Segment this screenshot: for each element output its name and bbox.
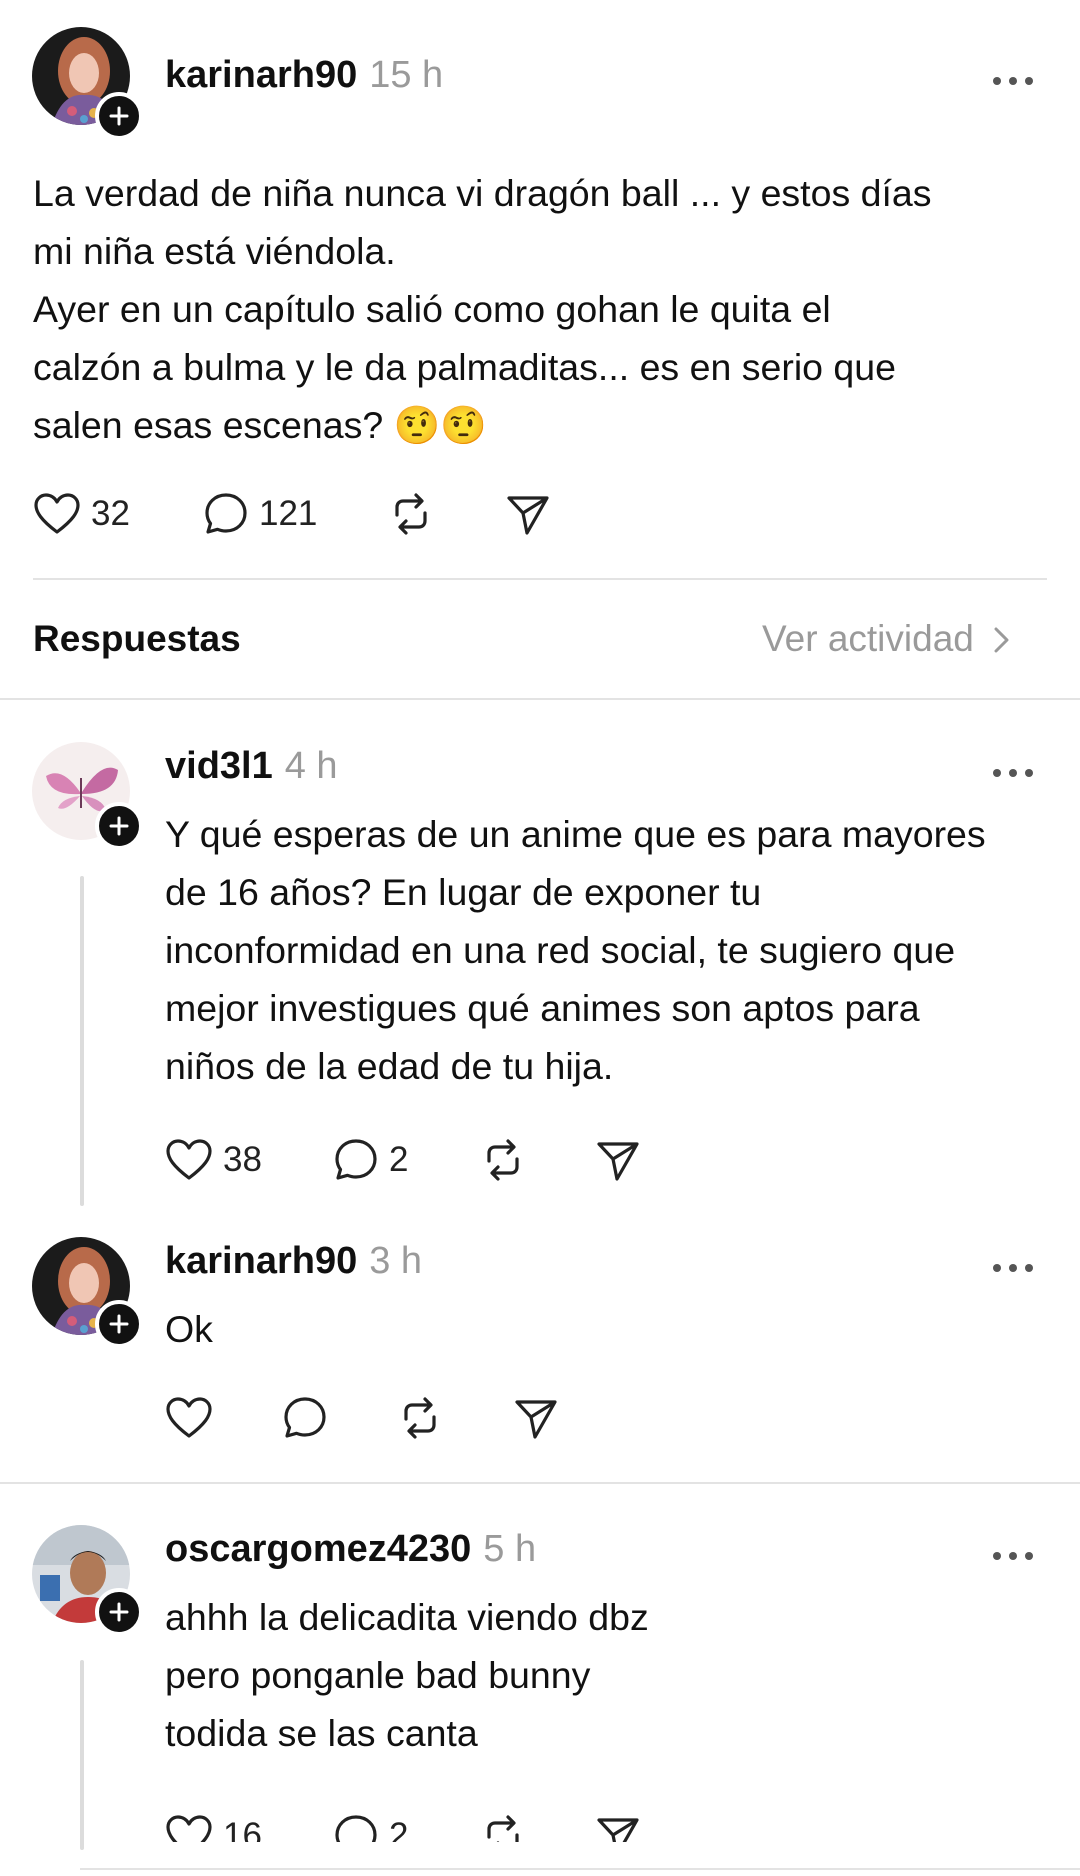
like-count: 38 (223, 1140, 262, 1179)
send-icon (515, 1400, 557, 1439)
follow-plus-icon[interactable] (95, 1300, 143, 1348)
chevron-right-icon (992, 618, 1012, 660)
reply-line: ahhh la delicadita viendo dbz (165, 1596, 649, 1638)
post-line: Ayer en un capítulo salió como gohan le … (33, 288, 831, 330)
follow-plus-icon[interactable] (95, 1588, 143, 1636)
share-button[interactable] (595, 1806, 641, 1842)
reply-line: niños de la edad de tu hija. (165, 1045, 614, 1087)
post-actions: 32 121 (33, 484, 633, 544)
reply-line: de 16 años? En lugar de exponer tu (165, 871, 762, 913)
section-divider (0, 698, 1080, 700)
reply-line: Ok (165, 1308, 213, 1350)
thread-line (80, 1660, 84, 1850)
reply-line: Y qué esperas de un anime que es para ma… (165, 813, 986, 855)
repost-icon (487, 1139, 519, 1181)
comment-button[interactable]: 2 (333, 1130, 408, 1190)
divider (33, 578, 1047, 580)
comment-count: 121 (259, 494, 318, 533)
like-button[interactable]: 32 (33, 484, 130, 544)
post-line: calzón a bulma y le da palmaditas... es … (33, 346, 896, 388)
repost-button[interactable] (480, 1806, 526, 1842)
comment-bubble-icon (205, 493, 247, 534)
post-line: mi niña está viéndola. (33, 230, 396, 272)
thread-line (80, 876, 84, 1206)
repost-icon (395, 493, 427, 535)
reply-actions: 16 2 (165, 1798, 665, 1842)
send-icon (597, 1142, 639, 1181)
reply-line: mejor investigues qué animes son aptos p… (165, 987, 920, 1029)
comment-button[interactable]: 121 (203, 484, 317, 544)
more-options-icon[interactable] (992, 1539, 1034, 1562)
post-line: La verdad de niña nunca vi dragón ball .… (33, 172, 932, 214)
reply-author[interactable]: vid3l1 4 h (165, 745, 338, 788)
follow-plus-icon[interactable] (95, 802, 143, 850)
reply-line: inconformidad en una red social, te sugi… (165, 929, 956, 971)
post-body: La verdad de niña nunca vi dragón ball .… (33, 164, 932, 454)
reply-body: Y qué esperas de un anime que es para ma… (165, 805, 986, 1095)
view-activity-link[interactable]: Ver actividad (762, 618, 1012, 660)
follow-plus-icon[interactable] (95, 92, 143, 140)
username[interactable]: vid3l1 (165, 745, 273, 787)
username[interactable]: karinarh90 (165, 54, 357, 96)
post-time: 15 h (369, 54, 444, 96)
reply-actions (165, 1388, 585, 1448)
reply-actions: 38 2 (165, 1130, 665, 1190)
share-button[interactable] (595, 1130, 641, 1190)
like-button[interactable]: 38 (165, 1130, 262, 1190)
view-activity-label: Ver actividad (762, 618, 974, 659)
heart-icon (166, 1139, 212, 1180)
comment-button[interactable]: 2 (333, 1806, 408, 1842)
reply-line: pero ponganle bad bunny (165, 1654, 591, 1696)
share-button[interactable] (513, 1388, 559, 1448)
share-button[interactable] (505, 484, 551, 544)
reply-author[interactable]: oscargomez4230 5 h (165, 1528, 536, 1571)
repost-button[interactable] (480, 1130, 526, 1190)
username[interactable]: karinarh90 (165, 1240, 357, 1282)
repost-icon (487, 1815, 519, 1842)
comment-bubble-icon (335, 1815, 377, 1842)
more-options-icon[interactable] (992, 64, 1034, 87)
reply-body: ahhh la delicadita viendo dbz pero ponga… (165, 1588, 649, 1762)
comment-bubble-icon (335, 1139, 377, 1180)
reply-time: 3 h (369, 1240, 423, 1282)
repost-button[interactable] (397, 1388, 443, 1448)
heart-icon (34, 493, 80, 534)
replies-title: Respuestas (33, 618, 241, 659)
repost-button[interactable] (388, 484, 434, 544)
send-icon (507, 496, 549, 535)
comment-count: 2 (389, 1140, 409, 1179)
reply-time: 4 h (284, 745, 338, 787)
reply-body: Ok (165, 1300, 213, 1358)
more-options-icon[interactable] (992, 1251, 1034, 1274)
reply-line: todida se las canta (165, 1712, 478, 1754)
reply-author[interactable]: karinarh90 3 h (165, 1240, 422, 1283)
like-count: 32 (91, 494, 130, 533)
send-icon (597, 1818, 639, 1842)
bottom-divider (80, 1868, 1080, 1870)
heart-icon (166, 1815, 212, 1842)
post-line: salen esas escenas? 🤨🤨 (33, 404, 488, 446)
comment-count: 2 (389, 1816, 409, 1842)
post-author[interactable]: karinarh90 15 h (165, 54, 443, 97)
heart-icon (166, 1397, 212, 1438)
more-options-icon[interactable] (992, 756, 1034, 779)
section-divider (0, 1482, 1080, 1484)
repost-icon (404, 1397, 436, 1439)
comment-bubble-icon (284, 1397, 326, 1438)
like-count: 16 (223, 1816, 262, 1842)
like-button[interactable]: 16 (165, 1806, 262, 1842)
username[interactable]: oscargomez4230 (165, 1528, 471, 1570)
comment-button[interactable] (282, 1388, 328, 1448)
reply-time: 5 h (483, 1528, 537, 1570)
like-button[interactable] (165, 1388, 213, 1448)
